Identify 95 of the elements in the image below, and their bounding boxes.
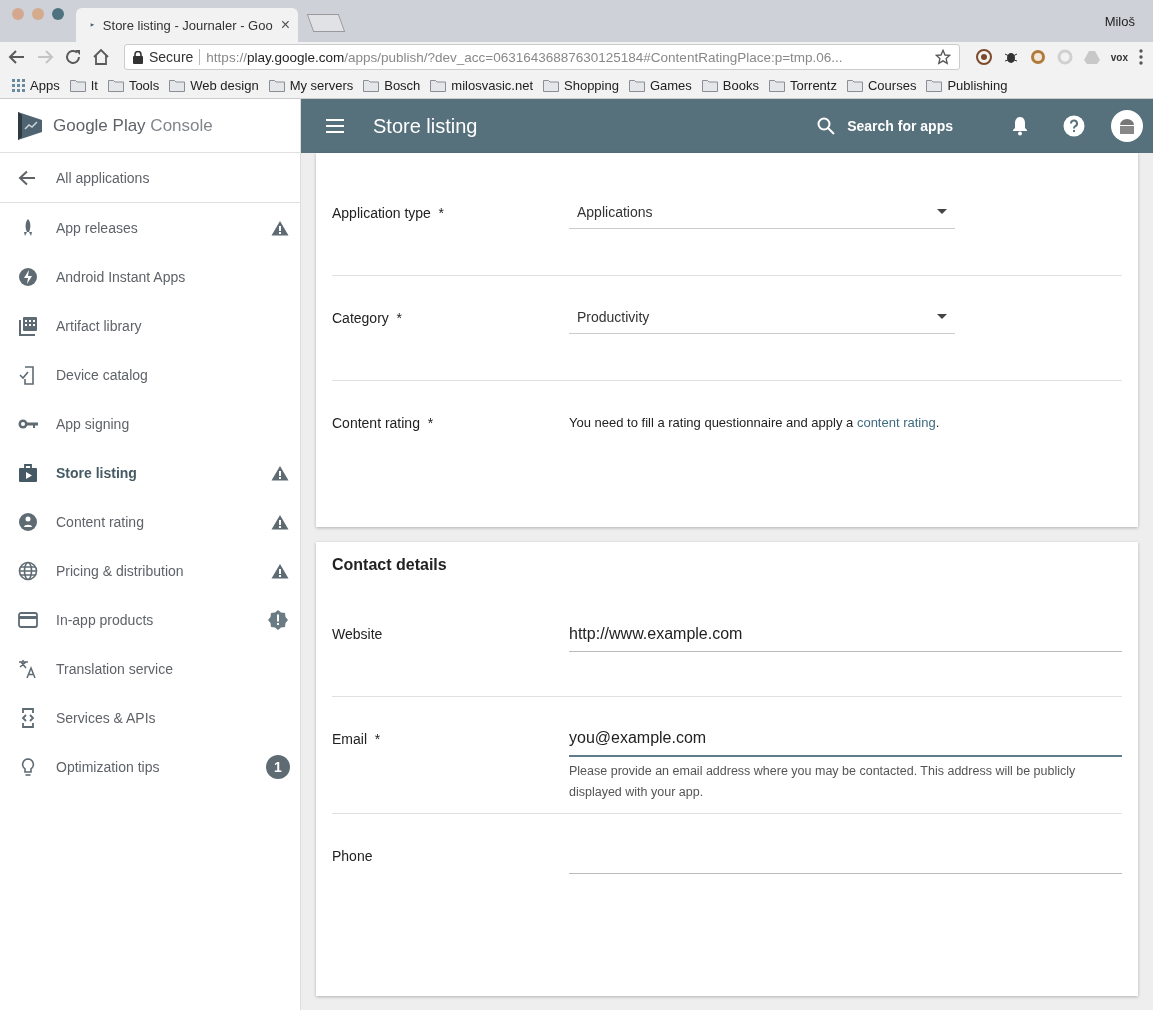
folder-icon xyxy=(69,78,86,92)
section-title: Contact details xyxy=(332,556,448,575)
address-bar[interactable]: Secure https://play.google.com/apps/publish/?dev_acc=06316436887630125184#ContentRatingPlace:p=tmp.06... xyxy=(124,44,960,70)
bookmark-item[interactable]: Apps xyxy=(12,77,60,93)
bookmark-star-icon[interactable] xyxy=(934,49,951,65)
browser-tab[interactable]: Store listing - Journaler - Goo × xyxy=(76,8,298,42)
secure-label: Secure xyxy=(149,49,201,65)
sidebar-item[interactable]: Device catalog xyxy=(0,350,300,399)
bookmark-item[interactable]: Bosch xyxy=(363,77,421,93)
bookmark-item[interactable]: My servers xyxy=(268,77,354,93)
play-console-logo-icon xyxy=(17,110,43,141)
profile-name[interactable]: Miloš xyxy=(1104,13,1135,29)
avatar-icon[interactable] xyxy=(1111,110,1143,142)
lock-icon xyxy=(133,50,143,64)
sidebar-item[interactable]: Optimization tips 1 xyxy=(0,742,300,791)
folder-icon xyxy=(701,78,718,92)
folder-icon xyxy=(543,78,559,92)
sidebar-item[interactable]: Android Instant Apps xyxy=(0,252,300,301)
count-badge: 1 xyxy=(266,754,290,779)
bookmark-item[interactable]: milosvasic.net xyxy=(430,77,533,93)
grid-library-icon xyxy=(18,315,38,336)
helper-text: Please provide an email address where you may be contacted. This address will be publicly displayed with your app. xyxy=(569,763,1077,801)
page-title: Store listing xyxy=(373,114,478,138)
bolt-icon xyxy=(18,266,38,287)
warning-icon xyxy=(271,562,289,579)
bookmark-item[interactable]: Publishing xyxy=(926,77,1008,93)
sidebar-item[interactable]: In-app products xyxy=(0,595,300,644)
dropdown[interactable]: Productivity xyxy=(569,300,955,334)
folder-icon xyxy=(169,78,186,92)
warning-icon xyxy=(271,219,289,236)
bookmark-item[interactable]: Games xyxy=(628,77,692,93)
sidebar-item[interactable]: Pricing & distribution xyxy=(0,546,300,595)
field-label: Content rating * xyxy=(332,415,435,433)
folder-icon xyxy=(107,78,124,92)
help-icon[interactable] xyxy=(1063,115,1085,137)
bookmark-item[interactable]: Torrentz xyxy=(769,77,837,93)
bookmark-item[interactable]: Tools xyxy=(107,77,160,93)
person-badge-icon xyxy=(18,511,38,532)
sidebar-item[interactable]: Store listing xyxy=(0,448,300,497)
menu-dots-icon[interactable] xyxy=(1139,49,1143,65)
folder-icon xyxy=(268,78,285,92)
translate-icon xyxy=(18,658,38,679)
sidebar-item[interactable]: Content rating xyxy=(0,497,300,546)
field-label: Email * xyxy=(332,731,382,749)
logo-text: Google Play Console xyxy=(53,115,213,136)
info-text: You need to fill a rating questionnaire and apply a content rating. xyxy=(569,415,941,430)
tab-title: Store listing - Journaler - Goo xyxy=(102,17,273,33)
back-arrow-icon xyxy=(18,169,36,186)
field-label: Application type * xyxy=(332,205,446,223)
bookmark-item[interactable]: Books xyxy=(701,77,759,93)
sidebar-item[interactable]: Translation service xyxy=(0,644,300,693)
search-button[interactable]: Search for apps xyxy=(817,117,953,135)
bookmark-item[interactable]: Courses xyxy=(846,77,917,93)
folder-icon xyxy=(769,78,785,92)
extension-icon[interactable] xyxy=(1029,49,1046,65)
sidebar-item[interactable]: Services & APIs xyxy=(0,693,300,742)
bookmark-item[interactable]: It xyxy=(69,77,98,93)
folder-icon xyxy=(846,78,863,92)
globe-icon xyxy=(18,560,38,581)
bookmark-item[interactable]: Shopping xyxy=(543,77,619,93)
field-label: Phone xyxy=(332,848,374,866)
home-icon[interactable] xyxy=(92,48,110,66)
credit-card-icon xyxy=(18,609,38,630)
alert-icon xyxy=(267,608,289,631)
maximize-window-icon[interactable] xyxy=(52,8,64,20)
caret-icon xyxy=(937,209,947,214)
shopping-bag-icon xyxy=(18,462,38,483)
warning-icon xyxy=(271,464,289,481)
sidebar-item[interactable]: Artifact library xyxy=(0,301,300,350)
caret-icon xyxy=(937,314,947,319)
content-rating-link[interactable]: content rating xyxy=(856,415,936,430)
extension-label[interactable]: vox xyxy=(1110,51,1128,63)
apps-grid-icon xyxy=(12,78,25,92)
warning-icon xyxy=(271,513,289,530)
folder-icon xyxy=(628,78,645,92)
input-field[interactable]: you@example.com xyxy=(569,729,1122,757)
dropdown[interactable]: Applications xyxy=(569,195,955,229)
back-arrow-icon[interactable] xyxy=(8,48,26,66)
extension-icon[interactable] xyxy=(975,49,992,65)
url-text: https://play.google.com/apps/publish/?dev_acc=06316436887630125184#ContentRatingPlace:p=tmp.06... xyxy=(206,49,844,65)
notification-bell-icon[interactable] xyxy=(1011,116,1029,136)
folder-icon xyxy=(363,78,380,92)
close-tab-button[interactable]: × xyxy=(280,16,290,34)
folder-icon xyxy=(926,78,943,92)
menu-icon[interactable] xyxy=(325,119,345,133)
sidebar-item[interactable]: App signing xyxy=(0,399,300,448)
reload-icon[interactable] xyxy=(64,48,82,66)
folder-icon xyxy=(430,78,447,92)
bookmark-item[interactable]: Web design xyxy=(169,77,259,93)
sidebar-item[interactable]: App releases xyxy=(0,203,300,252)
search-icon xyxy=(817,117,836,135)
field-label: Category * xyxy=(332,310,404,328)
input-field[interactable]: http://www.example.com xyxy=(569,624,1122,652)
all-applications-link[interactable]: All applications xyxy=(0,153,300,203)
field-label: Website xyxy=(332,626,384,644)
